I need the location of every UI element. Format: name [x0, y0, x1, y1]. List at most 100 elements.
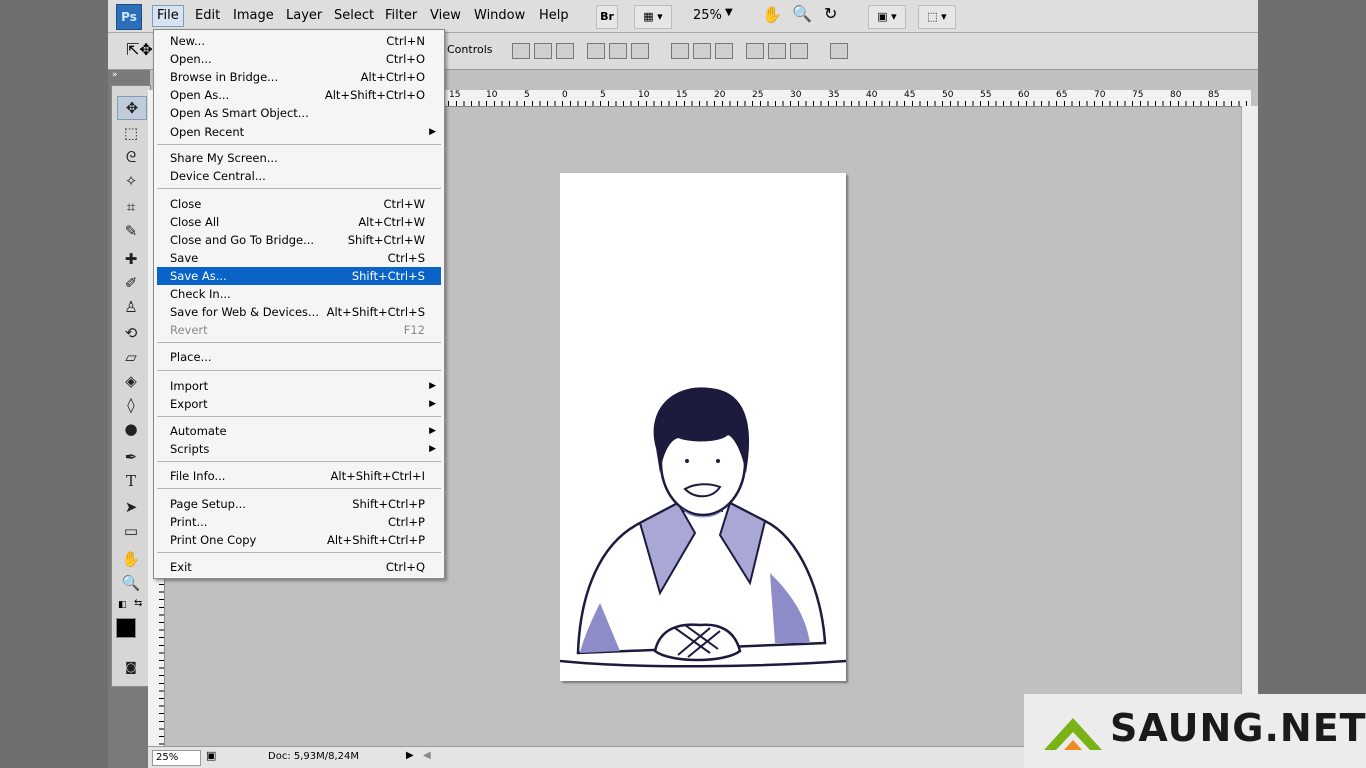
- menu-item-close-all[interactable]: Close All Alt+Ctrl+W: [157, 213, 441, 231]
- default-colors-icon[interactable]: ◧: [118, 600, 127, 610]
- align-bottom-icon[interactable]: [556, 43, 574, 59]
- zoom-dropdown-icon[interactable]: ▼: [725, 7, 733, 18]
- align-top-icon[interactable]: [512, 43, 530, 59]
- brush-tool-icon[interactable]: ✐: [117, 272, 145, 294]
- menu-item-shortcut: Alt+Shift+Ctrl+O: [324, 88, 425, 102]
- arrange-documents-button[interactable]: ▣ ▾: [868, 5, 906, 29]
- shape-tool-icon[interactable]: ▭: [117, 520, 145, 542]
- vertical-scrollbar[interactable]: [1241, 106, 1258, 746]
- screen-mode-button[interactable]: ⬚ ▾: [918, 5, 956, 29]
- swap-colors-icon[interactable]: ⇆: [134, 598, 142, 609]
- menu-item-exit[interactable]: Exit Ctrl+Q: [157, 558, 441, 576]
- document-canvas[interactable]: [559, 173, 847, 681]
- eyedropper-icon[interactable]: ✎: [117, 220, 145, 242]
- file-menu-dropdown: New... Ctrl+N Open... Ctrl+O Browse in Bri…: [153, 29, 445, 579]
- menu-separator: [157, 188, 441, 189]
- ruler-tick: 5: [524, 90, 530, 100]
- menu-select[interactable]: Select: [330, 6, 378, 26]
- distribute-top-icon[interactable]: [671, 43, 689, 59]
- menu-item-label: Automate: [170, 424, 227, 438]
- status-zoom[interactable]: 25%: [152, 750, 201, 766]
- crop-tool-icon[interactable]: ⌗: [117, 196, 145, 218]
- menu-item-label: Open As...: [170, 88, 230, 102]
- history-brush-icon[interactable]: ⟲: [117, 322, 145, 344]
- menu-item-scripts[interactable]: Scripts ▶: [157, 440, 441, 458]
- photoshop-window: Ps File Edit Image Layer Select Filter V…: [108, 0, 1258, 768]
- magic-wand-icon[interactable]: ✧: [117, 170, 145, 192]
- menu-file[interactable]: File: [152, 5, 184, 27]
- menu-item-export[interactable]: Export ▶: [157, 395, 441, 413]
- submenu-arrow-icon: ▶: [429, 381, 436, 391]
- menu-help[interactable]: Help: [535, 6, 573, 26]
- panel-collapse-icon[interactable]: »: [112, 70, 118, 80]
- dodge-tool-icon[interactable]: ●: [117, 418, 145, 440]
- menu-layer[interactable]: Layer: [282, 6, 326, 26]
- move-tool-preset-icon[interactable]: ⇱✥: [126, 40, 153, 59]
- lasso-tool-icon[interactable]: ᘓ: [117, 146, 145, 168]
- align-hcenter-icon[interactable]: [609, 43, 627, 59]
- hand-tool-panel-icon[interactable]: ✋: [117, 548, 145, 570]
- marquee-tool-icon[interactable]: ⬚: [117, 122, 145, 144]
- menu-item-shortcut: Shift+Ctrl+W: [347, 233, 425, 247]
- auto-align-icon[interactable]: [830, 43, 848, 59]
- hand-tool-icon[interactable]: ✋: [762, 5, 782, 24]
- align-right-icon[interactable]: [631, 43, 649, 59]
- distribute-left-icon[interactable]: [746, 43, 764, 59]
- menu-item-check-in[interactable]: Check In...: [157, 285, 441, 303]
- rotate-view-icon[interactable]: ↻: [824, 4, 837, 23]
- align-vcenter-icon[interactable]: [534, 43, 552, 59]
- menu-item-save[interactable]: Save Ctrl+S: [157, 249, 441, 267]
- menu-item-save-for-web[interactable]: Save for Web & Devices... Alt+Shift+Ctrl+…: [157, 303, 441, 321]
- align-left-icon[interactable]: [587, 43, 605, 59]
- distribute-hcenter-icon[interactable]: [768, 43, 786, 59]
- distribute-bottom-icon[interactable]: [715, 43, 733, 59]
- distribute-vcenter-icon[interactable]: [693, 43, 711, 59]
- menu-item-new[interactable]: New... Ctrl+N: [157, 32, 441, 50]
- scroll-left-icon[interactable]: ◀: [423, 750, 431, 761]
- ruler-tick: 50: [942, 90, 954, 100]
- menu-item-file-info[interactable]: File Info... Alt+Shift+Ctrl+I: [157, 467, 441, 485]
- blur-tool-icon[interactable]: ◊: [117, 394, 145, 416]
- menu-filter[interactable]: Filter: [381, 6, 421, 26]
- menu-item-open-as[interactable]: Open As... Alt+Shift+Ctrl+O: [157, 86, 441, 104]
- menu-item-place[interactable]: Place...: [157, 348, 441, 366]
- foreground-color-swatch[interactable]: [116, 618, 136, 638]
- status-menu-arrow-icon[interactable]: ▶: [406, 750, 414, 761]
- ruler-tick: 20: [714, 90, 726, 100]
- menu-item-share-my-screen[interactable]: Share My Screen...: [157, 149, 441, 167]
- menu-image[interactable]: Image: [229, 6, 278, 26]
- view-extras-button[interactable]: ▦ ▾: [634, 5, 672, 29]
- menu-item-print[interactable]: Print... Ctrl+P: [157, 513, 441, 531]
- menu-item-import[interactable]: Import ▶: [157, 377, 441, 395]
- menu-item-print-one-copy[interactable]: Print One Copy Alt+Shift+Ctrl+P: [157, 531, 441, 549]
- status-info-icon[interactable]: ▣: [206, 749, 216, 762]
- menu-item-browse-in-bridge[interactable]: Browse in Bridge... Alt+Ctrl+O: [157, 68, 441, 86]
- zoom-tool-icon[interactable]: 🔍: [792, 4, 812, 23]
- quick-mask-icon[interactable]: ◙: [117, 656, 145, 678]
- menu-item-save-as[interactable]: Save As... Shift+Ctrl+S: [157, 267, 441, 285]
- menu-item-device-central[interactable]: Device Central...: [157, 167, 441, 185]
- menu-item-close-and-go-to-bridge[interactable]: Close and Go To Bridge... Shift+Ctrl+W: [157, 231, 441, 249]
- bridge-button[interactable]: Br: [596, 5, 618, 29]
- eraser-icon[interactable]: ▱: [117, 346, 145, 368]
- menu-item-open-recent[interactable]: Open Recent ▶: [157, 123, 441, 141]
- menu-window[interactable]: Window: [470, 6, 529, 26]
- menu-view[interactable]: View: [426, 6, 465, 26]
- distribute-right-icon[interactable]: [790, 43, 808, 59]
- menu-item-open-as-smart-object[interactable]: Open As Smart Object...: [157, 104, 441, 122]
- pen-tool-icon[interactable]: ✒: [117, 446, 145, 468]
- type-tool-icon[interactable]: T: [117, 470, 145, 492]
- menu-item-open[interactable]: Open... Ctrl+O: [157, 50, 441, 68]
- zoom-level[interactable]: 25%: [693, 6, 722, 26]
- move-tool-icon[interactable]: ✥: [117, 96, 147, 120]
- menu-item-page-setup[interactable]: Page Setup... Shift+Ctrl+P: [157, 495, 441, 513]
- path-selection-icon[interactable]: ➤: [117, 496, 145, 518]
- menu-edit[interactable]: Edit: [191, 6, 224, 26]
- healing-brush-icon[interactable]: ✚: [117, 248, 145, 270]
- paint-bucket-icon[interactable]: ◈: [117, 370, 145, 392]
- menu-item-automate[interactable]: Automate ▶: [157, 422, 441, 440]
- zoom-tool-panel-icon[interactable]: 🔍: [117, 572, 145, 594]
- menu-item-close[interactable]: Close Ctrl+W: [157, 195, 441, 213]
- clone-stamp-icon[interactable]: ♙: [117, 296, 145, 318]
- menu-separator: [157, 461, 441, 462]
